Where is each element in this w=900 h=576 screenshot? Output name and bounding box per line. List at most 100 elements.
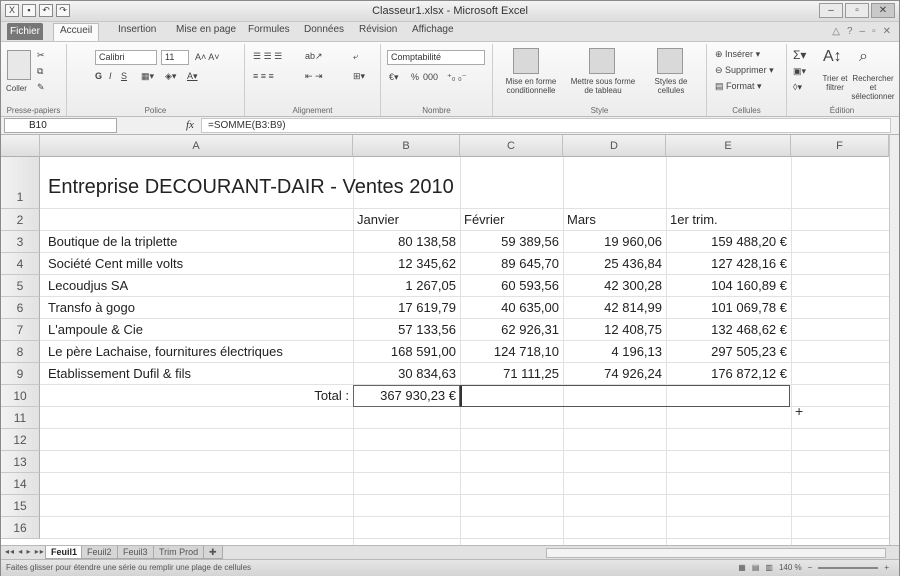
- value-cell[interactable]: 40 635,00: [460, 298, 559, 318]
- font-name-select[interactable]: Calibri: [95, 50, 157, 65]
- sheet-tab-trim-prod[interactable]: Trim Prod: [153, 546, 205, 559]
- collapse-ribbon-icon[interactable]: △: [832, 26, 840, 37]
- name-box[interactable]: B10: [4, 118, 117, 133]
- row-header[interactable]: 12: [1, 429, 40, 451]
- vertical-scrollbar[interactable]: [889, 135, 899, 545]
- sort-filter-icon[interactable]: A↕: [823, 48, 842, 66]
- sheet-tab-feuil2[interactable]: Feuil2: [81, 546, 118, 559]
- wrap-text-icon[interactable]: ⤶: [353, 51, 358, 62]
- row-header[interactable]: 14: [1, 473, 40, 495]
- value-cell[interactable]: 25 436,84: [563, 254, 662, 274]
- header-cell-trimestre[interactable]: 1er trim.: [670, 210, 718, 230]
- tab-revision[interactable]: Révision: [359, 24, 397, 35]
- row-header[interactable]: 13: [1, 451, 40, 473]
- minimize-workbook-icon[interactable]: –: [860, 26, 866, 37]
- close-icon[interactable]: ✕: [871, 3, 895, 18]
- column-header-f[interactable]: F: [791, 135, 889, 157]
- view-normal-icon[interactable]: ▦: [738, 563, 746, 572]
- total-cell[interactable]: 159 488,20 €: [666, 232, 787, 252]
- value-cell[interactable]: 42 814,99: [563, 298, 662, 318]
- row-header[interactable]: 1: [1, 157, 40, 209]
- value-cell[interactable]: 168 591,00: [353, 342, 456, 362]
- total-cell[interactable]: 176 872,12 €: [666, 364, 787, 384]
- restore-workbook-icon[interactable]: ▫: [872, 26, 876, 37]
- cell-styles-icon[interactable]: [657, 48, 683, 74]
- total-cell[interactable]: 132 468,62 €: [666, 320, 787, 340]
- value-cell[interactable]: 12 408,75: [563, 320, 662, 340]
- thousands-button[interactable]: 000: [423, 72, 438, 82]
- value-cell[interactable]: 19 960,06: [563, 232, 662, 252]
- clear-icon[interactable]: ◊▾: [793, 82, 802, 93]
- help-icon[interactable]: ?: [847, 26, 853, 37]
- delete-button[interactable]: ⊖ Supprimer ▾: [715, 65, 774, 76]
- copy-icon[interactable]: ⧉: [37, 66, 43, 77]
- total-label-cell[interactable]: Total :: [40, 386, 349, 406]
- sheet-tab-feuil1[interactable]: Feuil1: [45, 546, 84, 559]
- row-header[interactable]: 7: [1, 319, 40, 341]
- find-select-icon[interactable]: ⌕: [859, 48, 868, 66]
- value-cell[interactable]: 74 926,24: [563, 364, 662, 384]
- sheet-nav-arrows-icon[interactable]: ◂◂ ◂ ▸ ▸▸: [5, 547, 45, 556]
- tab-fichier[interactable]: Fichier: [7, 23, 43, 40]
- currency-icon[interactable]: €▾: [389, 72, 399, 83]
- total-cell[interactable]: 297 505,23 €: [666, 342, 787, 362]
- company-name-cell[interactable]: L'ampoule & Cie: [48, 320, 143, 340]
- borders-icon[interactable]: ▦▾: [141, 71, 154, 82]
- value-cell[interactable]: 1 267,05: [353, 276, 456, 296]
- header-cell-janvier[interactable]: Janvier: [357, 210, 399, 230]
- font-color-icon[interactable]: A▾: [187, 71, 198, 82]
- close-workbook-icon[interactable]: ✕: [883, 26, 891, 37]
- paste-button[interactable]: Coller: [6, 84, 27, 93]
- value-cell[interactable]: 4 196,13: [563, 342, 662, 362]
- column-header-b[interactable]: B: [353, 135, 460, 157]
- company-name-cell[interactable]: Transfo à gogo: [48, 298, 135, 318]
- fill-color-icon[interactable]: ◈▾: [165, 71, 176, 82]
- column-header-c[interactable]: C: [460, 135, 563, 157]
- tab-donnees[interactable]: Données: [304, 24, 344, 35]
- format-button[interactable]: ▤ Format ▾: [715, 81, 762, 92]
- company-name-cell[interactable]: Etablissement Dufil & fils: [48, 364, 191, 384]
- value-cell[interactable]: 30 834,63: [353, 364, 456, 384]
- maximize-icon[interactable]: ▫: [845, 3, 869, 18]
- find-select-button[interactable]: Rechercher et sélectionner: [851, 74, 895, 101]
- value-cell[interactable]: 62 926,31: [460, 320, 559, 340]
- indent-icon[interactable]: ⇤ ⇥: [305, 71, 323, 82]
- row-header[interactable]: 4: [1, 253, 40, 275]
- zoom-slider[interactable]: [818, 566, 879, 569]
- bold-button[interactable]: G: [95, 71, 102, 81]
- total-cell[interactable]: 101 069,78 €: [666, 298, 787, 318]
- sheet-title-cell[interactable]: Entreprise DECOURANT-DAIR - Ventes 2010: [48, 173, 454, 201]
- sheet-tab-feuil3[interactable]: Feuil3: [117, 546, 154, 559]
- horizontal-scrollbar[interactable]: [546, 548, 886, 558]
- paste-icon[interactable]: [7, 50, 31, 80]
- row-header[interactable]: 5: [1, 275, 40, 297]
- row-header[interactable]: 9: [1, 363, 40, 385]
- value-cell[interactable]: 42 300,28: [563, 276, 662, 296]
- value-cell[interactable]: 71 111,25: [460, 364, 559, 384]
- tab-insertion[interactable]: Insertion: [118, 24, 156, 35]
- zoom-in-icon[interactable]: +: [884, 563, 889, 572]
- row-header[interactable]: 3: [1, 231, 40, 253]
- conditional-format-button[interactable]: Mise en forme conditionnelle: [497, 77, 565, 95]
- new-sheet-icon[interactable]: ✚: [203, 546, 223, 559]
- column-header-a[interactable]: A: [40, 135, 353, 157]
- formula-input[interactable]: =SOMME(B3:B9): [201, 118, 891, 133]
- autosum-icon[interactable]: Σ▾: [793, 48, 806, 62]
- value-cell[interactable]: 57 133,56: [353, 320, 456, 340]
- zoom-out-icon[interactable]: −: [808, 563, 813, 572]
- italic-button[interactable]: I: [109, 71, 112, 81]
- tab-formules[interactable]: Formules: [248, 24, 290, 35]
- row-header[interactable]: 6: [1, 297, 40, 319]
- total-cell[interactable]: 104 160,89 €: [666, 276, 787, 296]
- cell-styles-button[interactable]: Styles de cellules: [641, 77, 701, 95]
- company-name-cell[interactable]: Lecoudjus SA: [48, 276, 128, 296]
- percent-button[interactable]: %: [411, 72, 419, 82]
- view-page-break-icon[interactable]: ▥: [765, 563, 773, 572]
- row-header[interactable]: 10: [1, 385, 40, 407]
- fill-icon[interactable]: ▣▾: [793, 66, 806, 77]
- merge-center-icon[interactable]: ⊞▾: [353, 71, 365, 82]
- header-cell-mars[interactable]: Mars: [567, 210, 596, 230]
- row-header[interactable]: 11: [1, 407, 40, 429]
- company-name-cell[interactable]: Le père Lachaise, fournitures électrique…: [48, 342, 283, 362]
- sort-filter-button[interactable]: Trier et filtrer: [817, 74, 853, 92]
